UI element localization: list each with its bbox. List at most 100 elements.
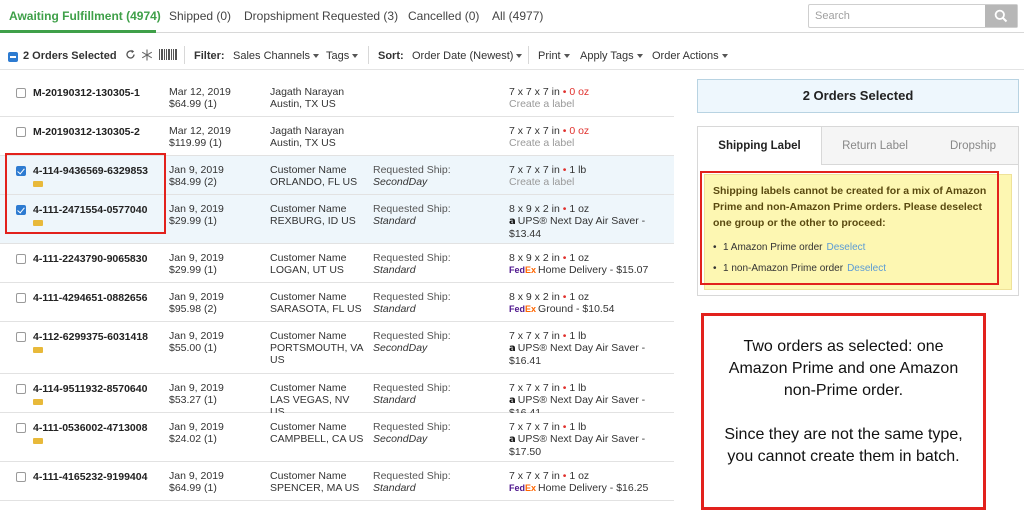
table-row[interactable]: 4-112-6299375-6031418 Jan 9, 2019 $55.00 (… bbox=[0, 322, 674, 374]
barcode-icon[interactable] bbox=[159, 49, 177, 60]
order-number[interactable]: M-20190312-130305-1 bbox=[33, 87, 140, 99]
search-button[interactable] bbox=[985, 5, 1017, 27]
table-row[interactable]: 4-114-9511932-8570640 Jan 9, 2019 $53.27 (… bbox=[0, 374, 674, 419]
package-dimensions: 7 x 7 x 7 in bbox=[509, 125, 560, 137]
refresh-icon[interactable] bbox=[125, 49, 136, 60]
tab-return-label[interactable]: Return Label bbox=[822, 127, 928, 165]
tab-cancelled[interactable]: Cancelled (0) bbox=[408, 9, 479, 23]
selected-count-label: 2 Orders Selected bbox=[23, 50, 117, 62]
chevron-down-icon bbox=[721, 54, 728, 59]
row-checkbox[interactable] bbox=[16, 254, 26, 264]
customer-name: Customer Name bbox=[270, 291, 347, 303]
requested-ship-cell: Requested Ship: SecondDay bbox=[373, 164, 451, 188]
row-checkbox[interactable] bbox=[16, 332, 26, 342]
customer-cell: Customer Name PORTSMOUTH, VA US bbox=[270, 330, 366, 366]
row-checkbox[interactable] bbox=[16, 293, 26, 303]
order-number[interactable]: 4-111-2243790-9065830 bbox=[33, 253, 147, 265]
customer-cell: Customer Name SPENCER, MA US bbox=[270, 470, 366, 494]
customer-location: CAMPBELL, CA US bbox=[270, 433, 364, 445]
print-menu[interactable]: Print bbox=[538, 50, 570, 62]
order-date: Jan 9, 2019 bbox=[169, 203, 224, 215]
table-row[interactable]: M-20190312-130305-2 Mar 12, 2019 $119.99 (… bbox=[0, 117, 674, 156]
apply-tags-menu[interactable]: Apply Tags bbox=[580, 50, 643, 62]
shipping-cost: $17.50 bbox=[509, 446, 542, 458]
tag-icon bbox=[33, 399, 43, 405]
table-row[interactable]: 4-111-4294651-0882656 Jan 9, 2019 $95.98 (… bbox=[0, 283, 674, 322]
customer-cell: Jagath Narayan Austin, TX US bbox=[270, 86, 366, 110]
chevron-down-icon bbox=[563, 54, 570, 59]
shipping-cell: 7 x 7 x 7 in • 1 lb a UPS® Next Day Air Sa… bbox=[509, 421, 659, 458]
order-number[interactable]: 4-111-4294651-0882656 bbox=[33, 292, 147, 304]
tags-label: Tags bbox=[326, 50, 350, 62]
package-weight: 1 lb bbox=[569, 421, 587, 433]
bullet-icon: • bbox=[562, 330, 567, 342]
package-dimensions: 7 x 7 x 7 in bbox=[509, 382, 560, 394]
row-checkbox[interactable] bbox=[16, 423, 26, 433]
bullet-icon: • bbox=[562, 470, 567, 482]
requested-ship-value: Standard bbox=[373, 215, 416, 227]
shipping-service: Ground - $10.54 bbox=[538, 303, 615, 315]
amazon-logo-icon: a bbox=[509, 434, 516, 445]
tab-shipped[interactable]: Shipped (0) bbox=[169, 9, 231, 23]
snowflake-icon[interactable] bbox=[141, 49, 153, 61]
order-total: $119.99 (1) bbox=[169, 137, 222, 149]
order-date: Jan 9, 2019 bbox=[169, 382, 224, 394]
requested-ship-value: SecondDay bbox=[373, 433, 428, 445]
tab-awaiting-fulfillment[interactable]: Awaiting Fulfillment (4974) bbox=[9, 9, 161, 23]
sort-dropdown[interactable]: Order Date (Newest) bbox=[412, 50, 523, 62]
order-total: $64.99 (1) bbox=[169, 482, 217, 494]
tab-shipping-label[interactable]: Shipping Label bbox=[698, 127, 822, 165]
package-dimensions: 7 x 7 x 7 in bbox=[509, 86, 560, 98]
requested-ship-label: Requested Ship: bbox=[373, 164, 451, 176]
amazon-logo-icon: a bbox=[509, 395, 516, 406]
fedex-logo-icon: FedEx bbox=[509, 483, 537, 493]
sort-label: Sort: bbox=[378, 50, 404, 62]
customer-location: Austin, TX US bbox=[270, 137, 336, 149]
search-input[interactable] bbox=[809, 5, 985, 27]
package-weight: 1 oz bbox=[569, 291, 590, 303]
row-checkbox[interactable] bbox=[16, 384, 26, 394]
shipping-service[interactable]: Create a label bbox=[509, 176, 574, 188]
order-date-cell: Jan 9, 2019 $64.99 (1) bbox=[169, 470, 224, 494]
package-weight: 0 oz bbox=[569, 86, 590, 98]
order-number[interactable]: 4-111-4165232-9199404 bbox=[33, 471, 147, 483]
sales-channels-dropdown[interactable]: Sales Channels bbox=[233, 50, 320, 62]
row-checkbox[interactable] bbox=[16, 88, 26, 98]
table-row[interactable]: M-20190312-130305-1 Mar 12, 2019 $64.99 (1… bbox=[0, 78, 674, 117]
order-number[interactable]: 4-112-6299375-6031418 bbox=[33, 331, 148, 343]
package-weight: 1 lb bbox=[569, 330, 587, 342]
table-row[interactable]: 4-111-0536002-4713008 Jan 9, 2019 $24.02 (… bbox=[0, 413, 674, 462]
requested-ship-value: Standard bbox=[373, 303, 416, 315]
chevron-down-icon bbox=[313, 54, 320, 59]
customer-location: ORLANDO, FL US bbox=[270, 176, 358, 188]
requested-ship-value: Standard bbox=[373, 482, 416, 494]
selection-summary-header: 2 Orders Selected bbox=[697, 79, 1019, 113]
shipping-cell: 7 x 7 x 7 in • 1 lb a UPS® Next Day Air Sa… bbox=[509, 330, 659, 367]
customer-cell: Customer Name SARASOTA, FL US bbox=[270, 291, 366, 315]
tab-dropship[interactable]: Dropship bbox=[928, 127, 1018, 165]
order-actions-menu[interactable]: Order Actions bbox=[652, 50, 728, 62]
table-row[interactable]: 4-111-2243790-9065830 Jan 9, 2019 $29.99 (… bbox=[0, 244, 674, 283]
shipping-service[interactable]: Create a label bbox=[509, 98, 574, 110]
order-number[interactable]: 4-111-0536002-4713008 bbox=[33, 422, 147, 434]
tags-dropdown[interactable]: Tags bbox=[326, 50, 359, 62]
requested-ship-label: Requested Ship: bbox=[373, 470, 451, 482]
shipping-cell: 8 x 9 x 2 in • 1 oz FedEx Home Delivery - … bbox=[509, 252, 659, 276]
row-checkbox[interactable] bbox=[16, 472, 26, 482]
tab-dropshipment-requested[interactable]: Dropshipment Requested (3) bbox=[244, 9, 398, 23]
shipping-service[interactable]: Create a label bbox=[509, 137, 574, 149]
tab-all[interactable]: All (4977) bbox=[492, 9, 543, 23]
chevron-down-icon bbox=[636, 54, 643, 59]
requested-ship-cell: Requested Ship: SecondDay bbox=[373, 330, 451, 354]
order-total: $64.99 (1) bbox=[169, 98, 217, 110]
customer-location: REXBURG, ID US bbox=[270, 215, 356, 227]
select-all-checkbox[interactable] bbox=[8, 52, 18, 62]
table-row[interactable]: 4-111-4165232-9199404 Jan 9, 2019 $64.99 (… bbox=[0, 462, 674, 501]
order-number[interactable]: M-20190312-130305-2 bbox=[33, 126, 140, 138]
customer-name: Customer Name bbox=[270, 421, 347, 433]
shipping-service: UPS® Next Day Air Saver - bbox=[517, 394, 646, 406]
shipping-service: UPS® Next Day Air Saver - bbox=[517, 215, 646, 227]
row-checkbox[interactable] bbox=[16, 127, 26, 137]
fedex-logo-icon: FedEx bbox=[509, 304, 537, 314]
order-number[interactable]: 4-114-9511932-8570640 bbox=[33, 383, 147, 395]
